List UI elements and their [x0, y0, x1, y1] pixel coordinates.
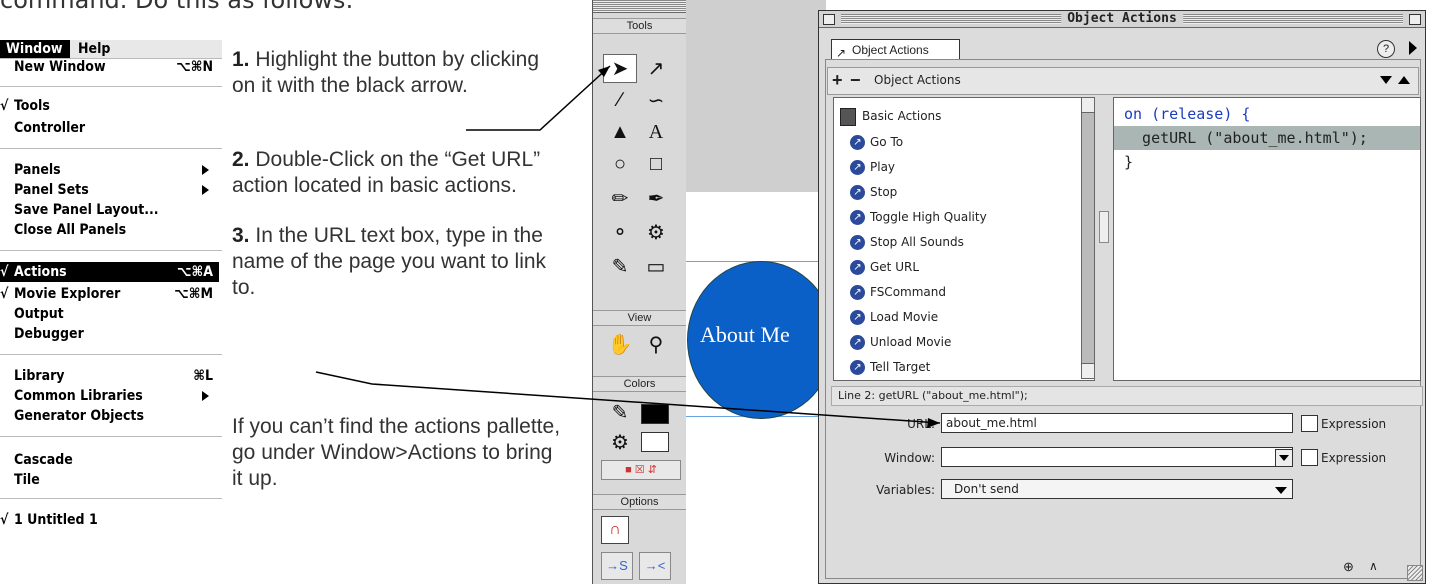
arrowhead — [927, 418, 940, 428]
annotation-arrows — [315, 65, 941, 428]
arrow-to-black-arrow — [466, 65, 611, 131]
arrow-to-url-field — [315, 371, 941, 424]
